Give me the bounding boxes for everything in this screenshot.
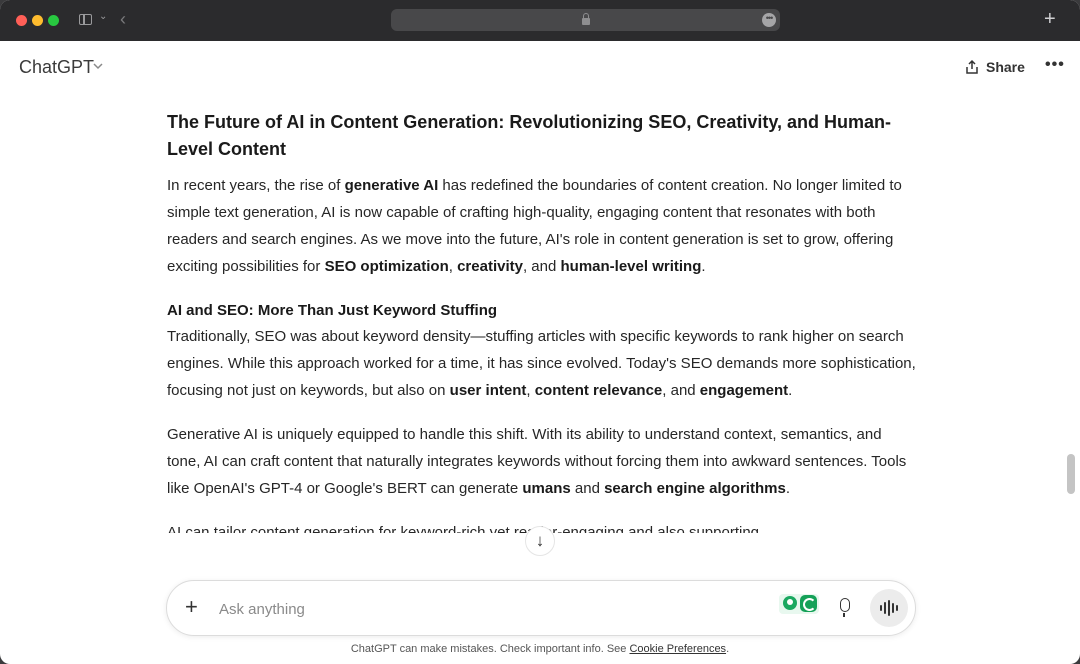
browser-titlebar: ⌄ ‹ ••• +: [0, 0, 1080, 41]
share-icon: [966, 59, 978, 74]
disclaimer-footer: ChatGPT can make mistakes. Check importa…: [350, 643, 730, 655]
sidebar-toggle-icon[interactable]: [79, 14, 92, 25]
new-tab-button[interactable]: +: [1044, 8, 1056, 31]
scrollbar-thumb[interactable]: [1067, 454, 1075, 494]
close-window-button[interactable]: [16, 15, 27, 26]
paragraph: Generative AI is uniquely equipped to ha…: [167, 425, 907, 498]
share-button[interactable]: Share: [964, 55, 1025, 79]
minimize-window-button[interactable]: [32, 15, 43, 26]
lock-icon: [582, 13, 590, 25]
prompt-input[interactable]: [217, 595, 761, 623]
share-label: Share: [986, 59, 1025, 75]
chevron-down-icon[interactable]: [91, 59, 105, 73]
scroll-to-bottom-button[interactable]: ↓: [525, 526, 555, 556]
chevron-down-icon[interactable]: ⌄: [99, 11, 107, 22]
extension-icon: [783, 596, 797, 610]
zoom-window-button[interactable]: [48, 15, 59, 26]
voice-mode-button[interactable]: [870, 589, 908, 627]
app-header: ChatGPT Share •••: [0, 41, 1080, 93]
more-options-button[interactable]: •••: [1045, 55, 1065, 75]
grammarly-extension-icon[interactable]: [779, 594, 819, 614]
back-icon[interactable]: ‹: [120, 9, 126, 30]
grammarly-icon: [800, 595, 817, 612]
paragraph: In recent years, the rise of generative …: [167, 176, 902, 276]
browser-window: ⌄ ‹ ••• + ChatGPT Share ••• The Future o…: [0, 0, 1080, 664]
composer: +: [166, 580, 916, 636]
paragraph: Traditionally, SEO was about keyword den…: [167, 327, 916, 400]
conversation-content: The Future of AI in Content Generation: …: [167, 109, 917, 533]
attach-plus-button[interactable]: +: [185, 593, 198, 621]
microphone-icon[interactable]: [840, 598, 850, 617]
cookie-preferences-link[interactable]: Cookie Preferences: [629, 643, 726, 655]
page-menu-icon[interactable]: •••: [762, 13, 776, 27]
section-heading: AI and SEO: More Than Just Keyword Stuff…: [167, 301, 498, 319]
article-title: The Future of AI in Content Generation: …: [167, 112, 892, 160]
model-selector[interactable]: ChatGPT: [19, 57, 94, 78]
